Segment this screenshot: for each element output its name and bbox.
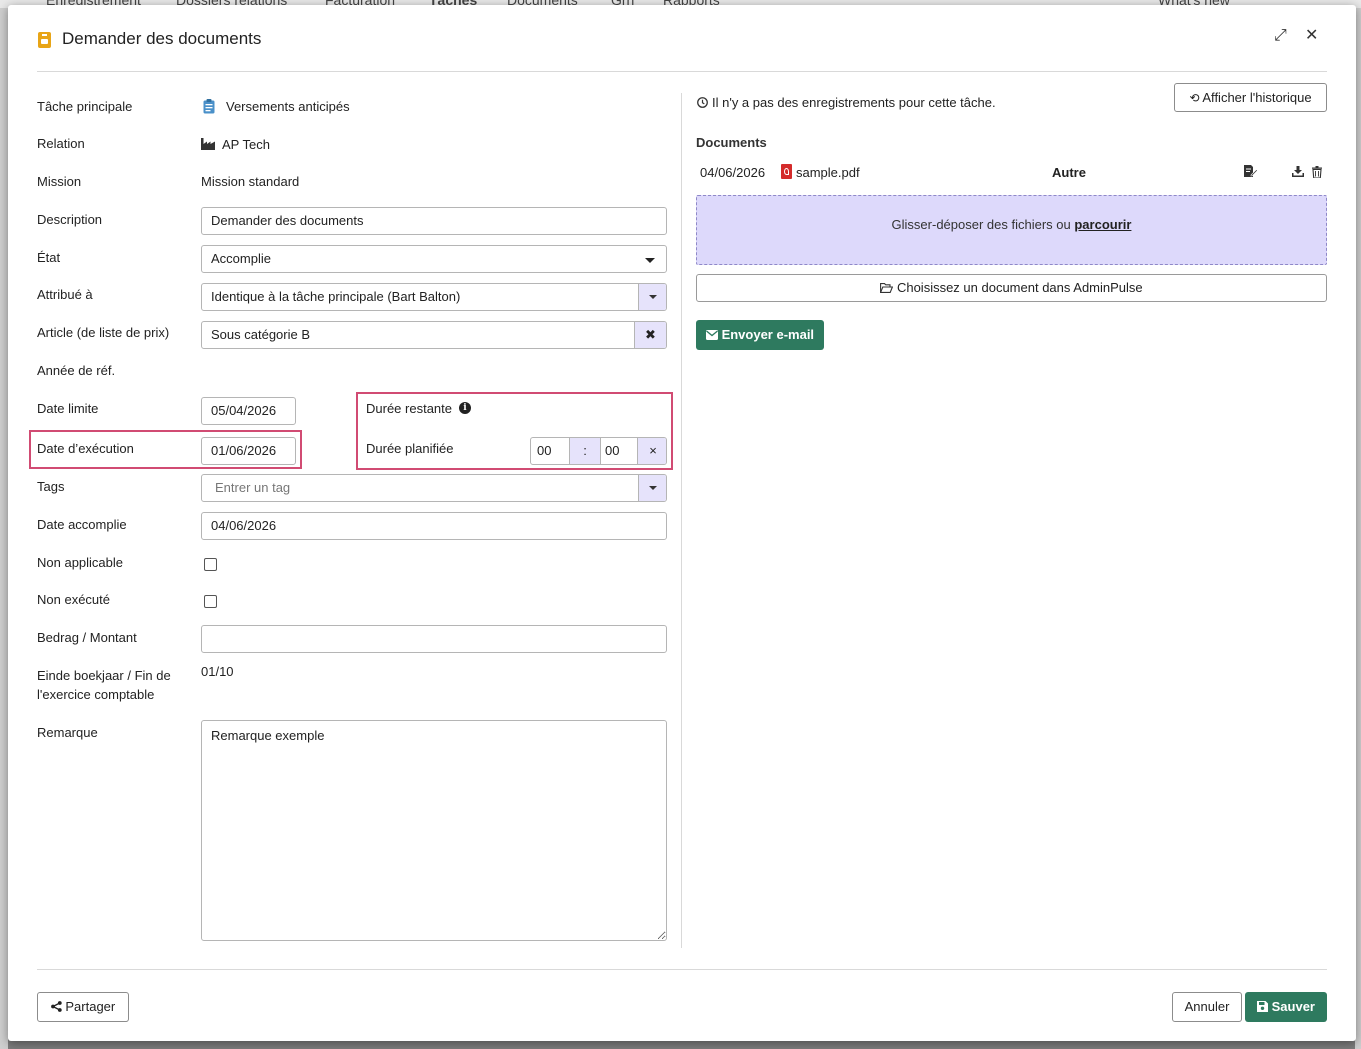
label-tache-principale: Tâche principale — [37, 99, 133, 114]
etat-select[interactable]: Accomplie — [201, 245, 667, 273]
task-dialog: Demander des documents ⤢ ✕ Tâche princip… — [8, 5, 1356, 1041]
label-non-execute: Non exécuté — [37, 592, 110, 607]
header-divider — [37, 71, 1327, 72]
choose-document-label: Choisissez un document dans AdminPulse — [896, 280, 1143, 295]
duree-planifiee-input-group: 00 : 00 × — [530, 437, 667, 465]
label-attribue: Attribué à — [37, 287, 93, 302]
label-description: Description — [37, 212, 103, 227]
clipboard-icon — [38, 32, 51, 48]
background-edge-left — [0, 8, 8, 1049]
sauver-label: Sauver — [1271, 999, 1315, 1014]
history-icon: ⟲ — [1189, 91, 1200, 105]
afficher-historique-label: Afficher l'historique — [1202, 90, 1312, 105]
tags-placeholder: Entrer un tag — [215, 480, 291, 495]
pdf-file-icon — [781, 164, 792, 179]
close-icon[interactable]: ✕ — [1305, 27, 1318, 45]
trash-icon[interactable] — [1312, 166, 1322, 178]
chevron-down-icon — [645, 258, 655, 263]
envelope-icon — [705, 330, 718, 340]
industry-icon — [201, 138, 215, 150]
partager-label: Partager — [65, 999, 116, 1014]
clear-icon[interactable]: ✖ — [634, 322, 666, 348]
label-relation: Relation — [37, 136, 85, 151]
label-tags: Tags — [37, 479, 65, 494]
folder-open-icon — [880, 283, 894, 293]
tags-input[interactable]: Entrer un tag — [201, 474, 667, 502]
dropzone-text: Glisser-déposer des fichiers ou — [891, 217, 1075, 232]
tache-principale-value[interactable]: Versements anticipés — [226, 99, 350, 114]
envoyer-email-button[interactable]: Envoyer e-mail — [696, 320, 824, 350]
label-non-applicable: Non applicable — [37, 555, 124, 570]
label-fin-exercice-line2: l'exercice comptable — [37, 687, 155, 702]
edit-document-icon[interactable] — [1243, 164, 1258, 178]
label-duree-planifiee: Durée planifiée — [366, 441, 454, 456]
column-divider — [681, 93, 682, 948]
article-select[interactable]: Sous catégorie B ✖ — [201, 321, 667, 349]
annuler-button[interactable]: Annuler — [1172, 992, 1242, 1022]
afficher-historique-button[interactable]: ⟲ Afficher l'historique — [1174, 83, 1327, 112]
montant-input[interactable] — [201, 625, 667, 653]
date-execution-input[interactable]: 01/06/2026 — [201, 437, 296, 465]
documents-heading: Documents — [696, 135, 767, 150]
label-date-accomplie: Date accomplie — [37, 517, 127, 532]
document-filename[interactable]: sample.pdf — [796, 165, 860, 180]
download-icon[interactable] — [1292, 166, 1304, 177]
mission-value: Mission standard — [201, 174, 300, 189]
etat-selected-value: Accomplie — [211, 251, 271, 266]
envoyer-email-label: Envoyer e-mail — [721, 327, 815, 342]
partager-button[interactable]: Partager — [37, 992, 129, 1022]
relation-value[interactable]: AP Tech — [222, 137, 270, 152]
label-mission: Mission — [37, 174, 82, 189]
attribue-select[interactable]: Identique à la tâche principale (Bart Ba… — [201, 283, 667, 311]
attribue-selected-value: Identique à la tâche principale (Bart Ba… — [211, 289, 461, 304]
fin-exercice-value: 01/10 — [201, 664, 234, 679]
date-accomplie-input[interactable]: 04/06/2026 — [201, 512, 667, 540]
choose-document-button[interactable]: Choisissez un document dans AdminPulse — [696, 274, 1327, 302]
dialog-title: Demander des documents — [62, 29, 262, 48]
label-etat: État — [37, 250, 61, 265]
info-icon[interactable]: i — [459, 402, 471, 414]
date-limite-input[interactable]: 05/04/2026 — [201, 397, 296, 425]
label-date-execution: Date d’exécution — [37, 441, 134, 456]
duree-hours-input[interactable]: 00 — [537, 438, 551, 464]
label-article: Article (de liste de prix) — [37, 325, 170, 340]
clipboard-list-icon — [203, 99, 215, 114]
description-input[interactable]: Demander des documents — [201, 207, 667, 235]
dropdown-caret-icon[interactable] — [638, 284, 666, 310]
footer-divider — [37, 969, 1327, 970]
remarque-textarea[interactable]: Remarque exemple — [201, 720, 667, 941]
history-notice: Il n'y a pas des enregistrements pour ce… — [712, 95, 996, 110]
label-date-limite: Date limite — [37, 401, 99, 416]
parcourir-link[interactable]: parcourir — [1074, 217, 1131, 232]
clock-icon — [697, 97, 708, 108]
non-applicable-checkbox[interactable] — [204, 558, 217, 571]
label-annee-ref: Année de réf. — [37, 363, 116, 378]
duree-minutes-input[interactable]: 00 — [605, 438, 619, 464]
label-montant: Bedrag / Montant — [37, 630, 137, 645]
article-selected-value: Sous catégorie B — [211, 327, 311, 342]
label-remarque: Remarque — [37, 725, 98, 740]
non-execute-checkbox[interactable] — [204, 595, 217, 608]
expand-icon[interactable]: ⤢ — [1274, 27, 1287, 45]
time-separator: : — [569, 438, 601, 464]
file-dropzone[interactable]: Glisser-déposer des fichiers ou parcouri… — [696, 195, 1327, 265]
save-icon — [1257, 1001, 1268, 1012]
label-duree-restante: Durée restante — [366, 401, 452, 416]
share-icon — [50, 1001, 62, 1012]
dropdown-caret-icon[interactable] — [638, 475, 666, 501]
sauver-button[interactable]: Sauver — [1245, 992, 1327, 1022]
document-date: 04/06/2026 — [700, 165, 766, 180]
label-fin-exercice-line1: Einde boekjaar / Fin de — [37, 668, 171, 683]
clear-duree-icon[interactable]: × — [637, 438, 666, 464]
document-category: Autre — [1052, 165, 1086, 180]
